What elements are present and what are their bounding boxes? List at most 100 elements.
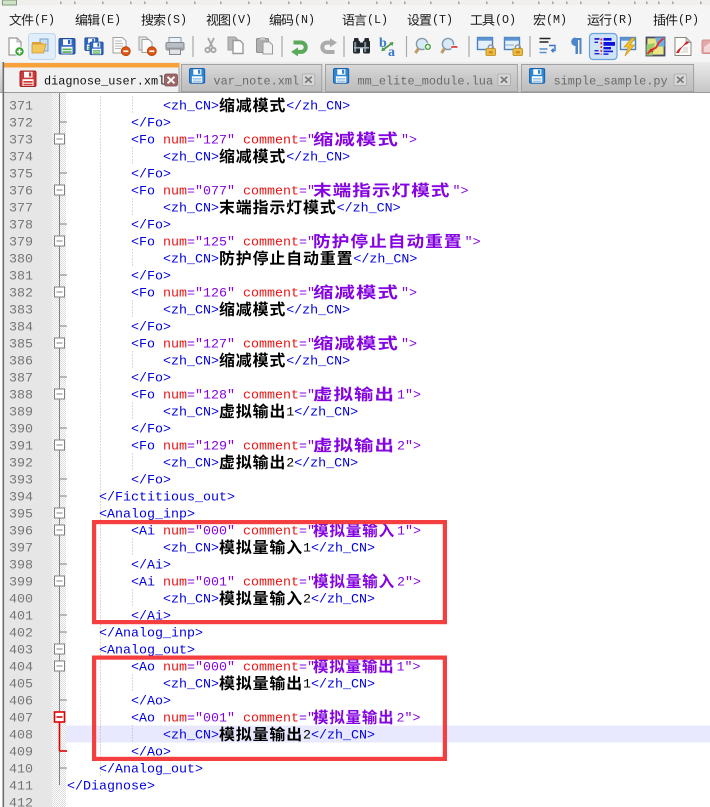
svg-text:(R): (R)	[612, 13, 633, 27]
svg-text:num: num	[163, 576, 187, 591]
svg-text:=": ="	[299, 185, 315, 200]
svg-text:(V): (V)	[231, 13, 252, 27]
svg-text:379: 379	[9, 236, 33, 251]
svg-text:405: 405	[9, 678, 33, 693]
svg-text:<zh_CN>: <zh_CN>	[163, 406, 219, 421]
svg-text:</Fo>: </Fo>	[131, 423, 171, 438]
svg-text:<Fo: <Fo	[131, 389, 155, 404]
svg-text:</Fictitious_out>: </Fictitious_out>	[99, 491, 235, 506]
svg-text:</Fo>: </Fo>	[131, 321, 171, 336]
svg-text:401: 401	[9, 610, 33, 625]
svg-text:num: num	[163, 185, 187, 200]
svg-text:<zh_CN>: <zh_CN>	[163, 542, 219, 557]
svg-text:2: 2	[303, 729, 311, 744]
svg-text:num: num	[163, 440, 187, 455]
svg-text:376: 376	[9, 185, 33, 200]
svg-text:=": ="	[299, 712, 315, 727]
svg-text:<zh_CN>: <zh_CN>	[163, 151, 219, 166]
svg-text:comment: comment	[243, 440, 299, 455]
svg-text:<zh_CN>: <zh_CN>	[163, 100, 219, 115]
svg-text:391: 391	[9, 440, 33, 455]
svg-text:</Fo>: </Fo>	[131, 117, 171, 132]
svg-text:412: 412	[9, 797, 33, 807]
svg-text:num: num	[163, 287, 187, 302]
svg-text:384: 384	[9, 321, 33, 336]
svg-text:371: 371	[9, 100, 33, 115]
svg-text:</zh_CN>: </zh_CN>	[294, 406, 358, 421]
svg-text:</zh_CN>: </zh_CN>	[311, 678, 375, 693]
svg-text:</zh_CN>: </zh_CN>	[311, 542, 375, 557]
svg-text:409: 409	[9, 746, 33, 761]
svg-text:<zh_CN>: <zh_CN>	[163, 729, 219, 744]
svg-text:395: 395	[9, 508, 33, 523]
svg-text:402: 402	[9, 627, 33, 642]
svg-text:</Fo>: </Fo>	[131, 168, 171, 183]
svg-text:<zh_CN>: <zh_CN>	[163, 593, 219, 608]
svg-text:385: 385	[9, 338, 33, 353]
svg-text:387: 387	[9, 372, 33, 387]
svg-text:=": ="	[299, 389, 315, 404]
svg-text:</zh_CN>: </zh_CN>	[311, 593, 375, 608]
svg-text:=": ="	[299, 525, 315, 540]
svg-text:=": ="	[299, 236, 315, 251]
svg-text:393: 393	[9, 474, 33, 489]
svg-text:">: ">	[401, 338, 417, 353]
svg-text:comment: comment	[243, 576, 299, 591]
svg-text:380: 380	[9, 253, 33, 268]
svg-text:1: 1	[286, 406, 294, 421]
svg-text:(P): (P)	[678, 13, 699, 27]
svg-text:</Ai>: </Ai>	[131, 559, 171, 574]
svg-text:num: num	[163, 525, 187, 540]
svg-text:<Ao: <Ao	[131, 712, 155, 727]
svg-text:<zh_CN>: <zh_CN>	[163, 202, 219, 217]
svg-text:num: num	[163, 389, 187, 404]
svg-text:comment: comment	[243, 389, 299, 404]
svg-text:comment: comment	[243, 185, 299, 200]
svg-text:comment: comment	[243, 287, 299, 302]
svg-text:403: 403	[9, 644, 33, 659]
svg-text:375: 375	[9, 168, 33, 183]
svg-text:</Ao>: </Ao>	[131, 695, 171, 710]
svg-text:1">: 1">	[397, 661, 421, 676]
svg-text:398: 398	[9, 559, 33, 574]
svg-text:404: 404	[9, 661, 33, 676]
svg-text:var_note.xml: var_note.xml	[214, 74, 300, 88]
svg-text:(S): (S)	[166, 13, 187, 27]
svg-text:<Ao: <Ao	[131, 661, 155, 676]
svg-text:381: 381	[9, 270, 33, 285]
svg-text:num: num	[163, 338, 187, 353]
svg-text:(E): (E)	[100, 13, 121, 27]
svg-text:comment: comment	[243, 338, 299, 353]
svg-text:</Diagnose>: </Diagnose>	[67, 780, 155, 795]
svg-text:num: num	[163, 134, 187, 149]
svg-text:comment: comment	[243, 134, 299, 149]
svg-text:377: 377	[9, 202, 33, 217]
svg-text:="126": ="126"	[187, 287, 235, 302]
svg-text:diagnose_user.xml: diagnose_user.xml	[44, 75, 165, 89]
svg-text:(T): (T)	[432, 13, 453, 27]
svg-text:1: 1	[303, 542, 311, 557]
svg-text:=": ="	[299, 134, 315, 149]
svg-text:comment: comment	[243, 661, 299, 676]
svg-text:</zh_CN>: </zh_CN>	[286, 355, 350, 370]
svg-text:<Ai: <Ai	[131, 525, 155, 540]
svg-text:="127": ="127"	[187, 338, 235, 353]
svg-text:396: 396	[9, 525, 33, 540]
svg-text:2">: 2">	[397, 440, 421, 455]
svg-text:="001": ="001"	[187, 576, 235, 591]
svg-text:<Fo: <Fo	[131, 338, 155, 353]
svg-text:389: 389	[9, 406, 33, 421]
svg-text:</zh_CN>: </zh_CN>	[311, 729, 375, 744]
svg-text:</zh_CN>: </zh_CN>	[286, 304, 350, 319]
svg-text:comment: comment	[243, 712, 299, 727]
svg-text:399: 399	[9, 576, 33, 591]
svg-text:382: 382	[9, 287, 33, 302]
svg-text:="001": ="001"	[187, 712, 235, 727]
svg-text:simple_sample.py: simple_sample.py	[554, 74, 668, 88]
svg-text:408: 408	[9, 729, 33, 744]
svg-text:378: 378	[9, 219, 33, 234]
svg-text:<zh_CN>: <zh_CN>	[163, 678, 219, 693]
svg-text:<Fo: <Fo	[131, 185, 155, 200]
svg-text:">: ">	[401, 134, 417, 149]
svg-text:="125": ="125"	[187, 236, 235, 251]
